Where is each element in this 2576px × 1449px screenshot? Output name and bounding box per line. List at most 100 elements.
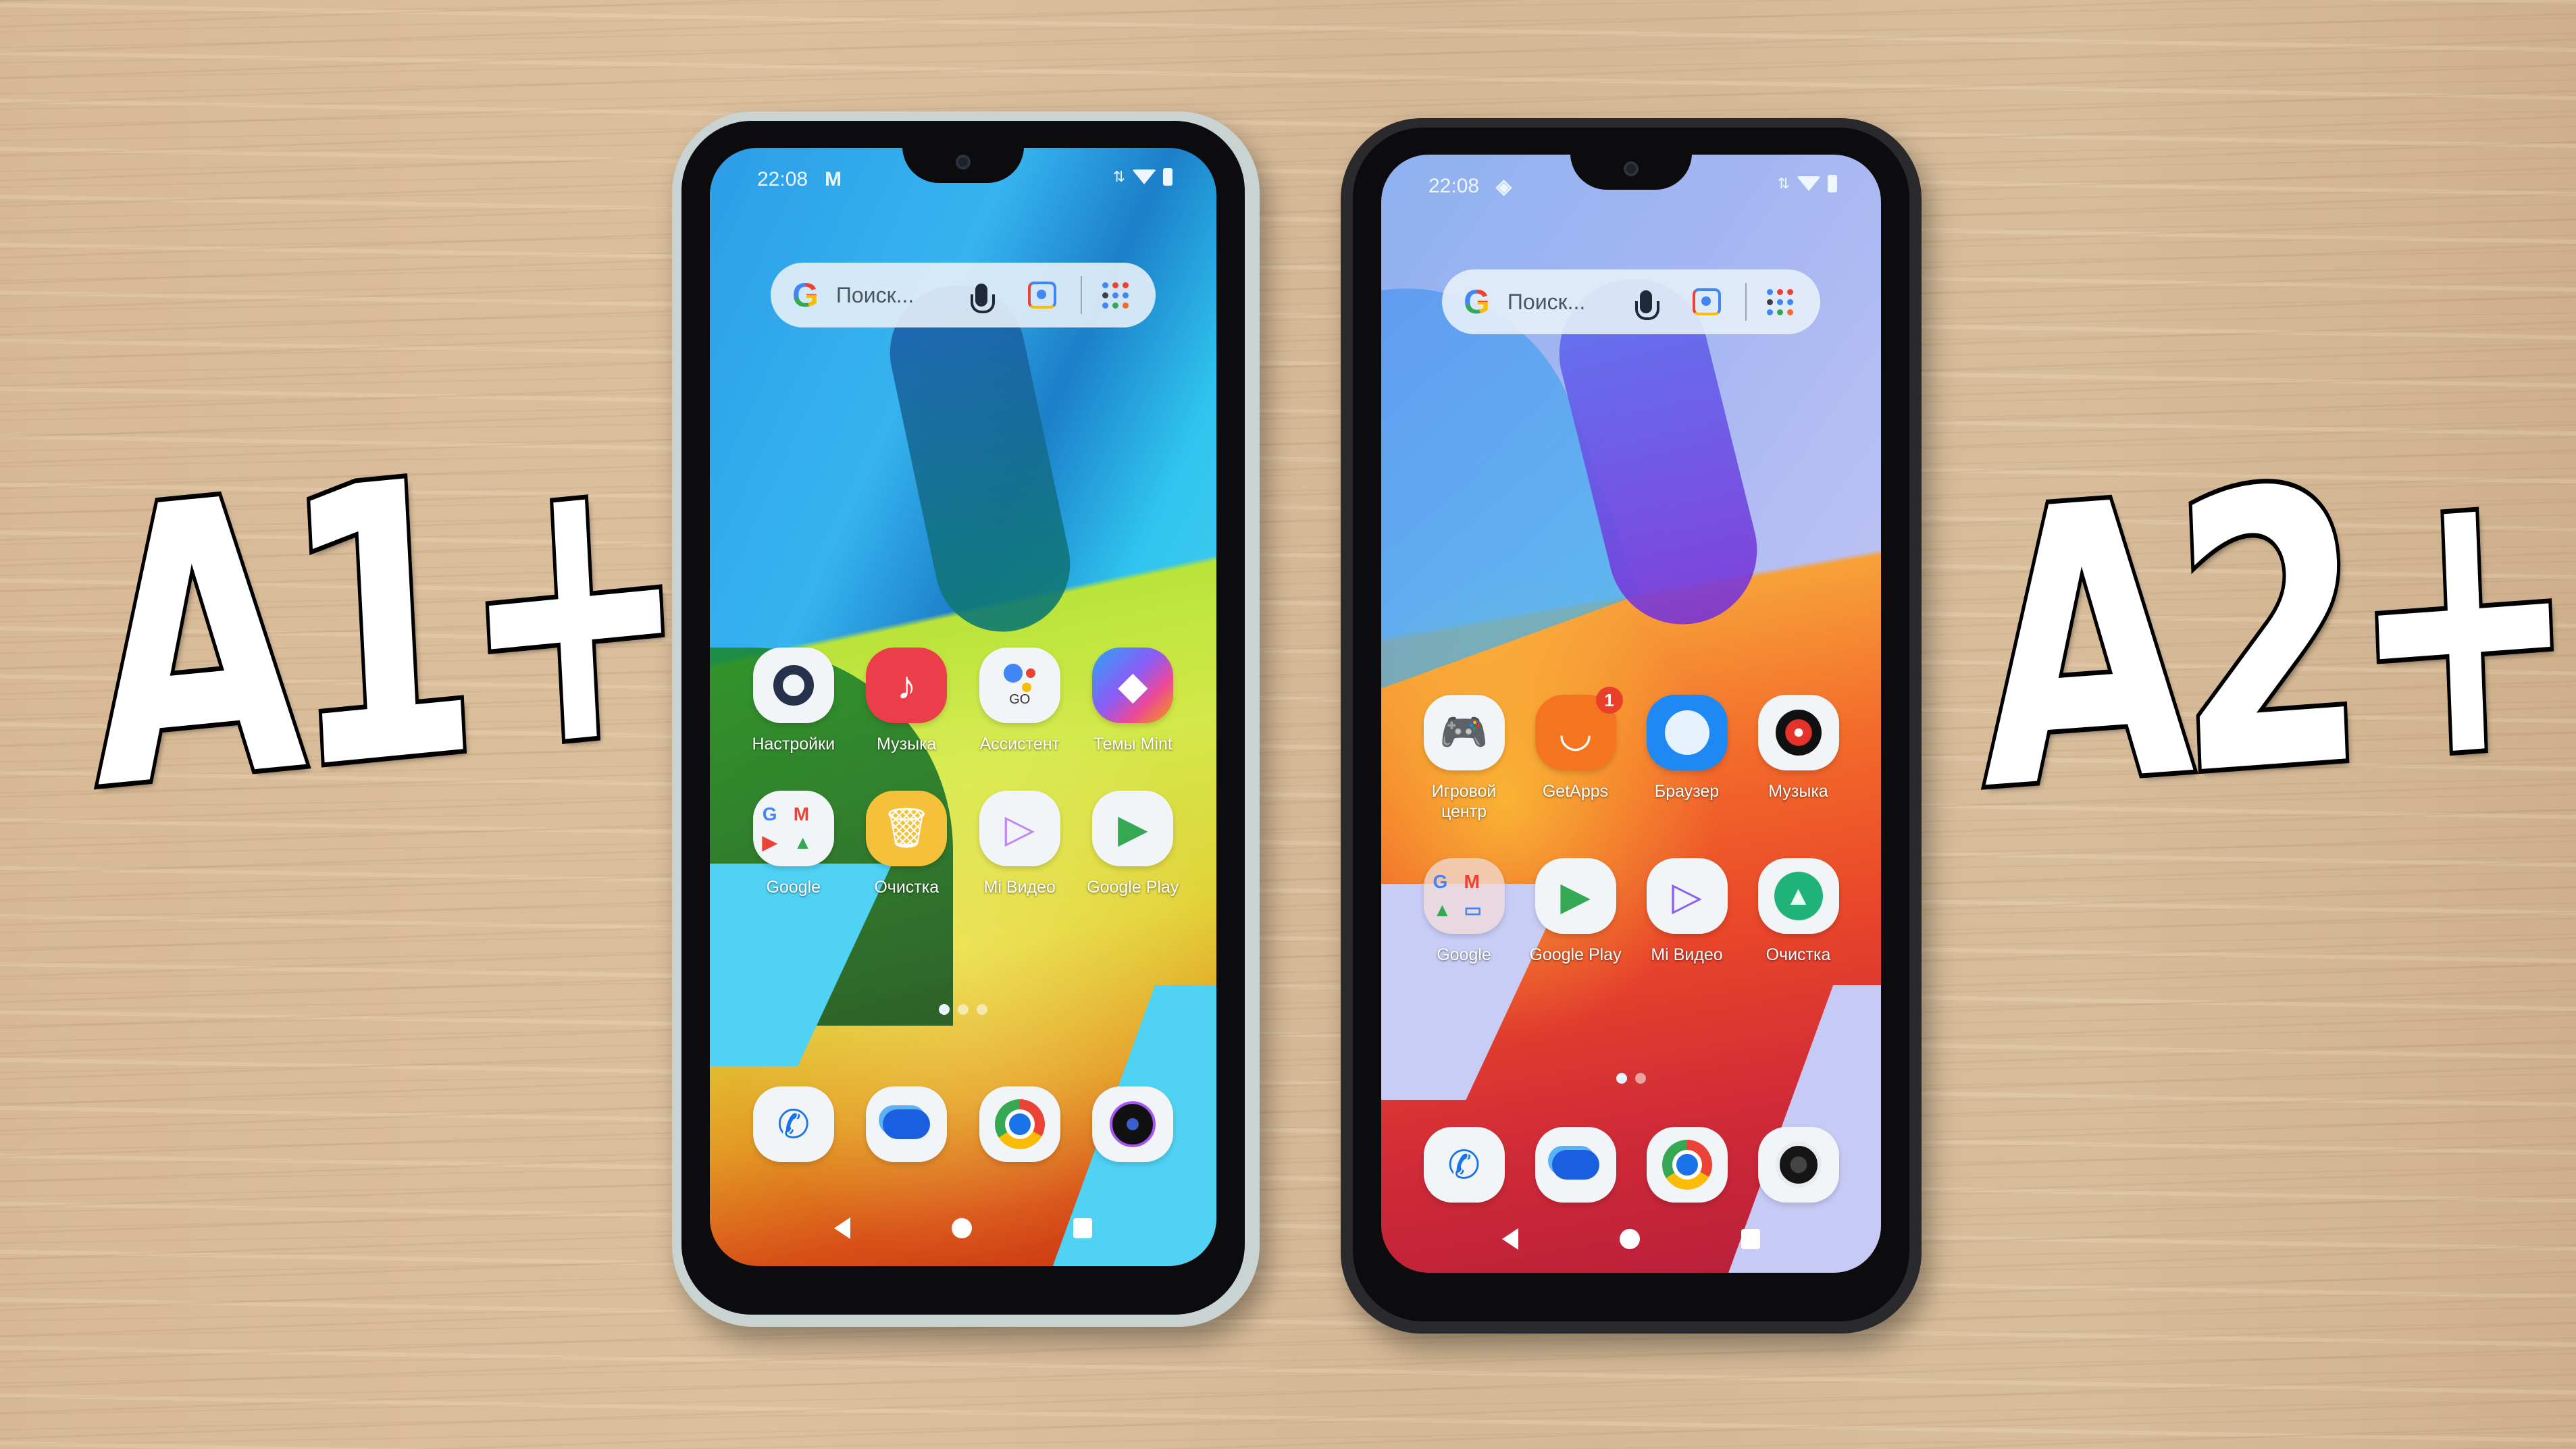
app-label: Очистка — [874, 878, 939, 897]
google-search-widget[interactable]: G Поиск... — [771, 263, 1156, 327]
dock-camera[interactable] — [1743, 1127, 1854, 1203]
app-google-folder[interactable]: G M ▶ ▲ Google — [737, 791, 850, 897]
app-game-center[interactable]: 🎮 Игровой центр — [1408, 695, 1520, 822]
app-label: Музыка — [877, 735, 937, 754]
google-lens-icon[interactable] — [1693, 288, 1721, 315]
game-center-icon: 🎮 — [1423, 695, 1505, 770]
page-indicator[interactable] — [710, 1004, 1216, 1015]
notification-badge: 1 — [1595, 687, 1623, 714]
app-assistant[interactable]: GO Ассистент — [963, 648, 1077, 754]
app-music[interactable]: Музыка — [1743, 695, 1854, 822]
data-activity-icon: ⇅ — [1112, 168, 1125, 185]
search-input[interactable]: Поиск... — [1508, 290, 1640, 315]
microphone-icon[interactable] — [1635, 290, 1659, 320]
settings-icon — [752, 648, 834, 723]
app-label: Игровой центр — [1431, 782, 1497, 821]
mi-video-icon: ▷ — [979, 791, 1060, 866]
app-settings[interactable]: Настройки — [737, 648, 850, 754]
page-dot[interactable] — [977, 1004, 987, 1015]
dock: ✆ — [1408, 1127, 1854, 1203]
app-themes[interactable]: ◆ Темы Mint — [1077, 648, 1190, 754]
app-cleaner[interactable]: ▲ Очистка — [1743, 858, 1854, 965]
dock-chrome[interactable] — [963, 1086, 1077, 1162]
search-input[interactable]: Поиск... — [836, 283, 975, 308]
dock-messages[interactable] — [850, 1086, 964, 1162]
app-music[interactable]: ♪ Музыка — [850, 648, 964, 754]
camera-notch — [1570, 155, 1692, 190]
app-cleaner[interactable]: 🗑 Очистка — [850, 791, 964, 897]
battery-icon — [1828, 175, 1837, 192]
cleaner-icon: 🗑 — [866, 791, 948, 866]
back-button[interactable] — [834, 1217, 850, 1239]
recents-button[interactable] — [1073, 1218, 1092, 1238]
app-label: Google — [1437, 945, 1491, 964]
music-icon: ♪ — [866, 648, 948, 723]
home-screen[interactable]: 22:08 M ⇅ G Поиск... Настройки ♪ Музыка … — [710, 148, 1216, 1266]
app-label: Настройки — [752, 735, 835, 754]
home-button[interactable] — [952, 1218, 972, 1238]
phone-bezel: 22:08 ◈ ⇅ G Поиск... 🎮 Игровой центр ◡ 1… — [1353, 128, 1909, 1321]
wallpaper-shape — [877, 272, 1083, 645]
cleaner-icon: ▲ — [1757, 858, 1839, 934]
navigation-bar — [710, 1217, 1216, 1239]
app-label: Темы Mint — [1093, 735, 1173, 754]
google-folder-icon: G M ▶ ▲ — [752, 791, 834, 866]
page-indicator[interactable] — [1381, 1073, 1881, 1084]
app-google-play[interactable]: ▶ Google Play — [1520, 858, 1631, 965]
app-label: Mi Видео — [1651, 945, 1723, 964]
search-divider — [1081, 276, 1082, 314]
status-time: 22:08 — [757, 168, 808, 190]
google-folder-icon: G M ▲ ▭ — [1423, 858, 1505, 934]
microphone-icon[interactable] — [971, 284, 995, 313]
themes-icon: ◆ — [1092, 648, 1174, 723]
app-google-folder[interactable]: G M ▲ ▭ Google — [1408, 858, 1520, 965]
wifi-icon — [1797, 176, 1821, 191]
app-label: Mi Видео — [983, 878, 1056, 897]
app-getapps[interactable]: ◡ 1 GetApps — [1520, 687, 1631, 822]
google-search-widget[interactable]: G Поиск... — [1442, 269, 1820, 334]
model-label-a1-plus: A1+ — [76, 374, 689, 878]
browser-icon — [1646, 695, 1728, 770]
dock: ✆ — [737, 1086, 1189, 1162]
app-grid: Настройки ♪ Музыка GO Ассистент ◆ Темы M… — [737, 648, 1189, 897]
app-mi-video[interactable]: ▷ Mi Видео — [1631, 858, 1743, 965]
recents-button[interactable] — [1741, 1229, 1760, 1249]
search-divider — [1745, 283, 1747, 321]
camera-notch — [902, 148, 1024, 183]
page-dot[interactable] — [958, 1004, 969, 1015]
app-label: Очистка — [1766, 945, 1831, 964]
navigation-bar — [1381, 1228, 1881, 1250]
dock-chrome[interactable] — [1631, 1127, 1743, 1203]
page-dot-active[interactable] — [1616, 1073, 1627, 1084]
app-browser[interactable]: Браузер — [1631, 695, 1743, 822]
camera-icon — [1092, 1086, 1174, 1162]
page-dot-active[interactable] — [939, 1004, 950, 1015]
google-logo-icon: G — [792, 276, 819, 314]
phone-bezel: 22:08 M ⇅ G Поиск... Настройки ♪ Музыка … — [681, 121, 1245, 1315]
app-mi-video[interactable]: ▷ Mi Видео — [963, 791, 1077, 897]
page-dot[interactable] — [1635, 1073, 1646, 1084]
app-label: Музыка — [1768, 782, 1828, 801]
mi-video-icon: ▷ — [1646, 858, 1728, 934]
messages-icon — [1535, 1127, 1616, 1203]
home-button[interactable] — [1620, 1229, 1640, 1249]
phone-a2-plus: 22:08 ◈ ⇅ G Поиск... 🎮 Игровой центр ◡ 1… — [1341, 118, 1922, 1334]
model-label-a2-plus: A2+ — [1967, 388, 2575, 878]
apps-grid-icon[interactable] — [1102, 282, 1129, 309]
dock-camera[interactable] — [1077, 1086, 1190, 1162]
phone-icon: ✆ — [1423, 1127, 1505, 1203]
dock-messages[interactable] — [1520, 1127, 1631, 1203]
dock-phone[interactable]: ✆ — [737, 1086, 850, 1162]
phone-icon: ✆ — [752, 1086, 834, 1162]
google-lens-icon[interactable] — [1028, 282, 1056, 309]
app-google-play[interactable]: ▶ Google Play — [1077, 791, 1190, 897]
back-button[interactable] — [1502, 1228, 1518, 1250]
phone-a1-plus: 22:08 M ⇅ G Поиск... Настройки ♪ Музыка … — [672, 111, 1260, 1327]
front-camera — [956, 155, 971, 169]
getapps-icon: ◡ 1 — [1535, 687, 1623, 770]
apps-grid-icon[interactable] — [1767, 288, 1793, 315]
dock-phone[interactable]: ✆ — [1408, 1127, 1520, 1203]
home-screen[interactable]: 22:08 ◈ ⇅ G Поиск... 🎮 Игровой центр ◡ 1… — [1381, 155, 1881, 1273]
assistant-go-text: GO — [1009, 691, 1031, 707]
messages-icon — [866, 1086, 948, 1162]
